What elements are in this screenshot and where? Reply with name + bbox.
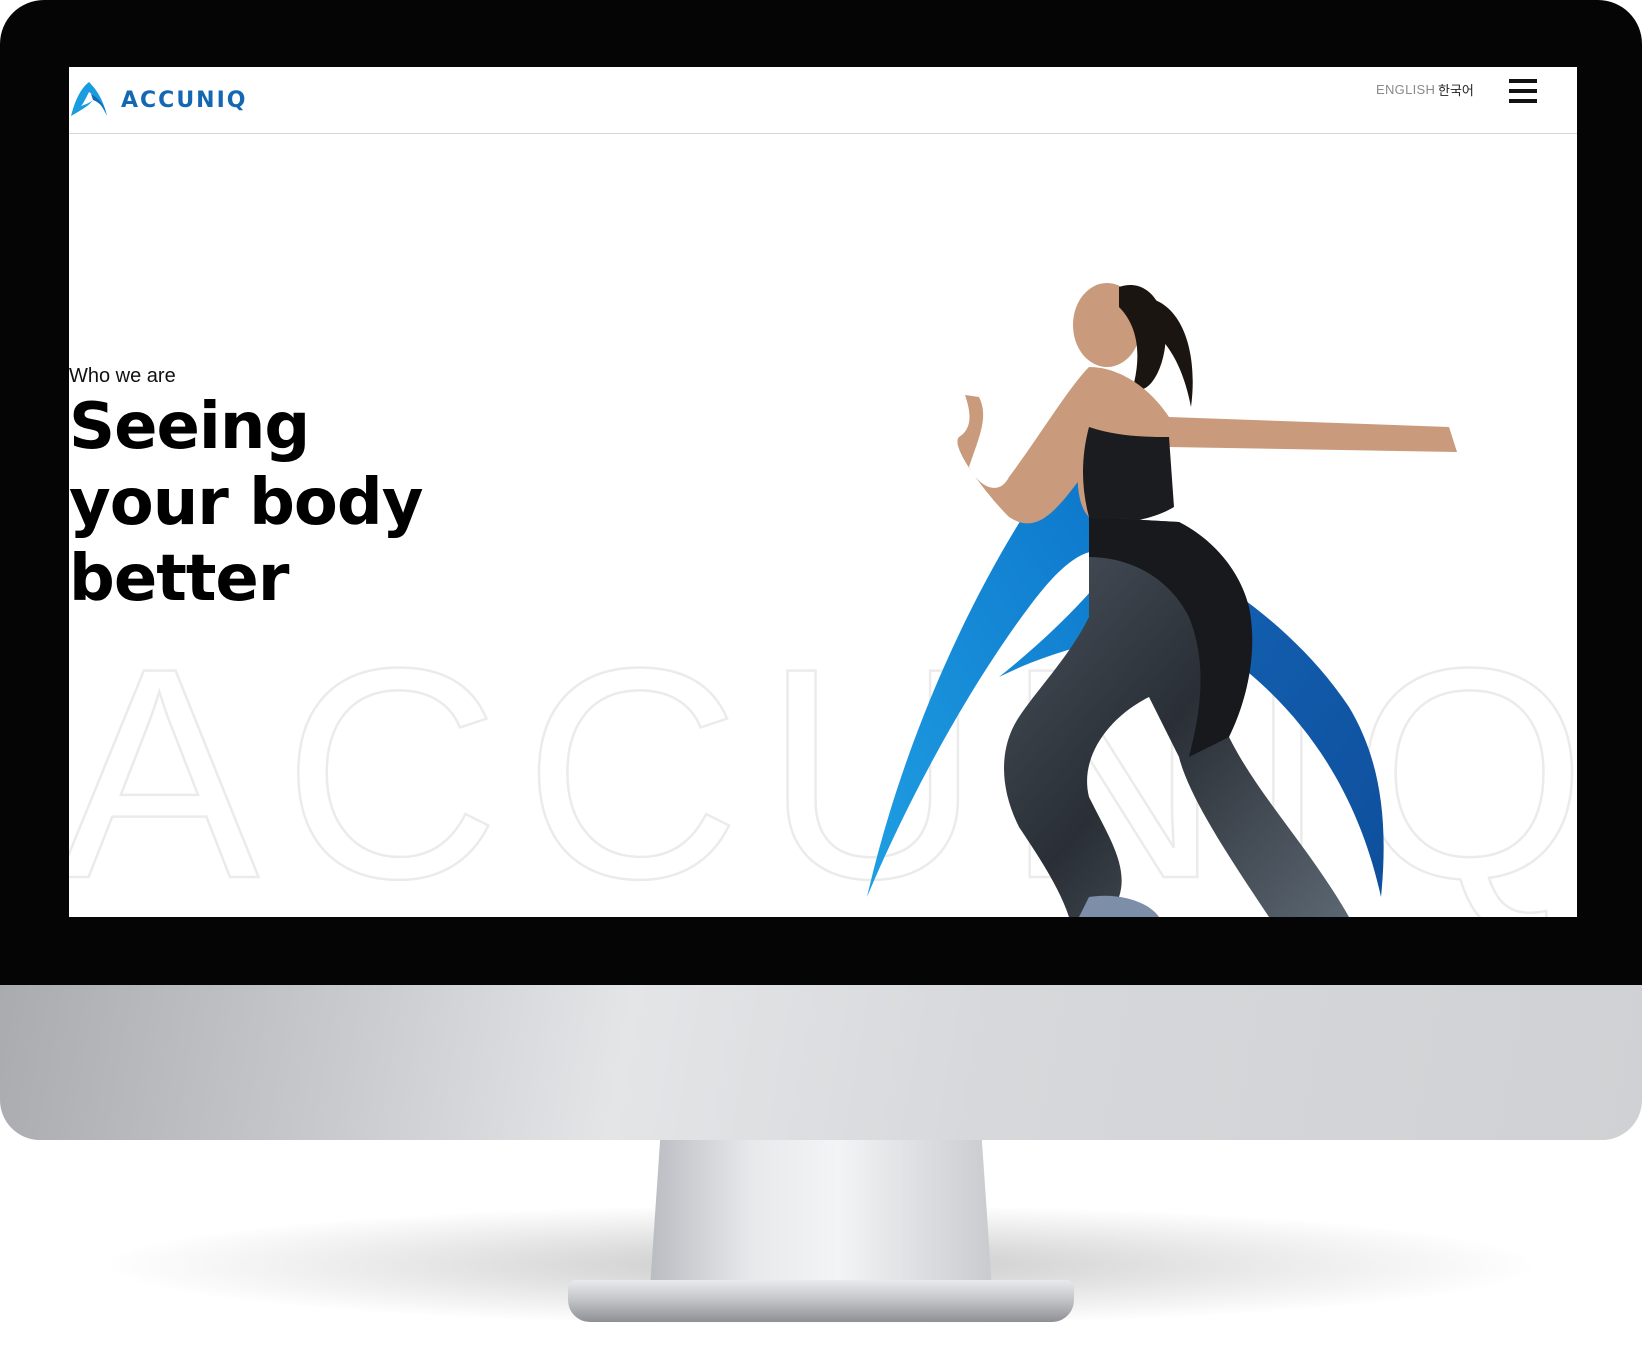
- site-header: ACCUNIQ ENGLISH 한국어: [69, 67, 1577, 134]
- hamburger-icon: [1509, 79, 1537, 83]
- logo-swoosh-icon: [71, 82, 107, 116]
- lang-korean-link[interactable]: 한국어: [1438, 67, 1474, 111]
- monitor-stand-base: [568, 1280, 1074, 1322]
- logo-wordmark: ACCUNIQ: [121, 87, 248, 113]
- lang-english-link[interactable]: ENGLISH: [1376, 67, 1435, 111]
- website-screen: ACCUNIQ ACCUNIQ ENGLISH 한국어 Who we are S…: [69, 67, 1577, 917]
- monitor-chin: [0, 985, 1642, 1140]
- headline-line-3: better: [69, 542, 289, 616]
- headline-line-1: Seeing: [69, 390, 310, 464]
- hamburger-icon-line: [1509, 99, 1537, 103]
- hero-eyebrow: Who we are: [69, 365, 176, 387]
- headline-line-2: your body: [69, 466, 423, 540]
- brand-logo[interactable]: ACCUNIQ: [69, 67, 247, 133]
- hero-headline: Seeing your body better: [69, 389, 423, 617]
- hamburger-icon-line: [1509, 89, 1537, 93]
- hamburger-menu-button[interactable]: [1509, 79, 1537, 103]
- hero-runner-image: [867, 283, 1457, 917]
- monitor-stand: [650, 1138, 992, 1288]
